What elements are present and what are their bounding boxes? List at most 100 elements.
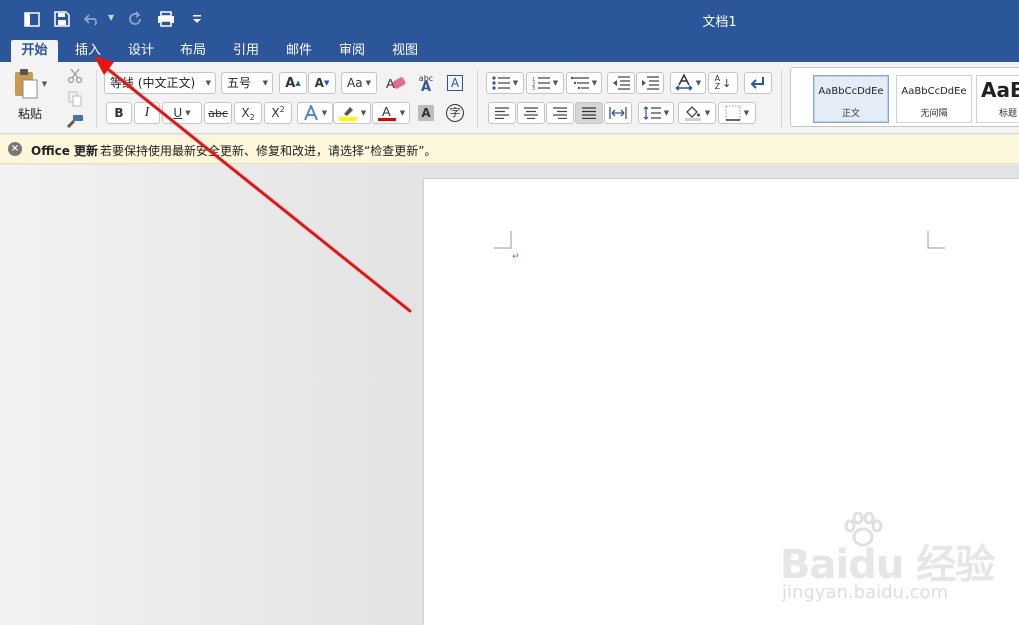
grow-font-icon: A [285, 75, 296, 91]
paste-dropdown-icon[interactable]: ▼ [42, 80, 47, 88]
shrink-font-button[interactable]: A ▼ [308, 72, 336, 94]
multilevel-list-icon [570, 76, 589, 90]
align-center-icon [524, 107, 538, 119]
divider [781, 70, 782, 128]
style-name: 无间隔 [920, 109, 948, 119]
watermark-url: jingyan.baidu.com [782, 582, 949, 603]
enclose-characters-button[interactable]: 字 [443, 102, 467, 124]
style-sample: AaB [981, 78, 1019, 102]
divider [96, 70, 97, 128]
font-name-combo[interactable]: 等线 (中文正文) ▼ [104, 72, 216, 94]
tab-references[interactable]: 引用 [225, 40, 267, 62]
baidu-watermark: Baidu 经验 jingyan.baidu.com [780, 512, 995, 610]
change-case-icon: Aa [347, 76, 363, 90]
notification-message: 若要保持使用最新安全更新、修复和改进，请选择“检查更新”。 [100, 144, 437, 158]
underline-icon: U [173, 106, 183, 120]
borders-button[interactable]: ▼ [718, 102, 756, 124]
margin-corner-marker [927, 231, 945, 249]
text-effects-button[interactable]: ▼ [297, 102, 333, 124]
style-heading[interactable]: AaB 标题 [976, 75, 1019, 123]
tab-insert[interactable]: 插入 [66, 40, 110, 62]
style-sample: AaBbCcDdEe [818, 86, 884, 97]
style-no-spacing[interactable]: AaBbCcDdEe 无间隔 [896, 75, 972, 123]
close-icon[interactable]: × [8, 142, 22, 156]
asian-layout-button[interactable]: ▼ [670, 72, 706, 94]
return-arrow-icon [750, 77, 764, 89]
underline-button[interactable]: U ▼ [162, 102, 202, 124]
svg-text:A: A [382, 104, 391, 119]
phonetic-bottom-label: A [420, 80, 432, 95]
style-name: 正文 [841, 109, 860, 119]
font-size-combo[interactable]: 五号 ▼ [221, 72, 273, 94]
ribbon-home: ▼ 粘贴 等线 (中文正文) ▼ 五号 ▼ A ▲ A ▼ Aa ▼ A abc A … [0, 62, 1019, 134]
ribbon-tabs: 开始 插入 设计 布局 引用 邮件 审阅 视图 [0, 40, 1019, 62]
subscript-2: 2 [249, 112, 255, 122]
font-color-button[interactable]: A ▼ [372, 102, 410, 124]
format-painter-icon[interactable] [64, 111, 86, 131]
highlight-button[interactable]: ▼ [333, 102, 371, 124]
update-notification-bar: × Office 更新 若要保持使用最新安全更新、修复和改进，请选择“检查更新”… [0, 135, 1019, 164]
numbering-button[interactable]: 1 2 3 ▼ [526, 72, 564, 94]
divider [477, 70, 478, 128]
superscript-2: 2 [279, 104, 285, 114]
align-right-button[interactable] [546, 102, 574, 124]
styles-gallery: AaBbCcDdEe 正文 AaBbCcDdEe 无间隔 AaB 标题 [790, 67, 1019, 127]
line-spacing-icon [643, 106, 661, 120]
tab-view[interactable]: 视图 [384, 40, 426, 62]
distributed-button[interactable] [604, 102, 632, 124]
clear-formatting-button[interactable]: A [382, 72, 410, 94]
paste-label: 粘贴 [18, 107, 43, 121]
paragraph-mark: ↵ [512, 252, 520, 262]
bullet-list-icon [492, 76, 510, 90]
tab-mailings[interactable]: 邮件 [278, 40, 320, 62]
show-formatting-marks-button[interactable] [744, 72, 772, 94]
justify-button[interactable] [575, 102, 603, 124]
style-name: 标题 [999, 109, 1018, 119]
copy-icon[interactable] [64, 89, 86, 109]
sort-icon: AZ [714, 74, 721, 91]
strikethrough-button[interactable]: abc [204, 102, 232, 124]
paste-button[interactable]: ▼ [8, 66, 52, 102]
tab-design[interactable]: 设计 [120, 40, 162, 62]
shading-button[interactable]: ▼ [678, 102, 716, 124]
character-shading-icon: A [418, 105, 434, 121]
align-center-button[interactable] [517, 102, 545, 124]
tab-layout[interactable]: 布局 [172, 40, 214, 62]
phonetic-guide-button[interactable]: abc A [413, 72, 439, 94]
document-title: 文档1 [702, 15, 737, 30]
increase-indent-button[interactable] [636, 72, 664, 94]
distributed-icon [609, 107, 627, 119]
style-normal[interactable]: AaBbCcDdEe 正文 [813, 75, 889, 123]
align-left-icon [495, 107, 509, 119]
bold-button[interactable]: B [106, 102, 132, 124]
decrease-indent-icon [613, 76, 630, 90]
font-name-dropdown-icon[interactable]: ▼ [206, 73, 211, 93]
character-border-button[interactable]: A [443, 72, 467, 94]
align-left-button[interactable] [488, 102, 516, 124]
sort-button[interactable]: A Z ↓ [708, 72, 738, 94]
justify-icon [582, 107, 596, 119]
subscript-button[interactable]: X2 [234, 102, 262, 124]
font-size-dropdown-icon[interactable]: ▼ [263, 73, 268, 93]
notification-title: Office 更新 [31, 144, 99, 158]
superscript-button[interactable]: X2 [264, 102, 292, 124]
superscript-x: X [271, 106, 280, 120]
multilevel-list-button[interactable]: ▼ [566, 72, 602, 94]
style-sample: AaBbCcDdEe [901, 86, 967, 97]
character-shading-button[interactable]: A [414, 102, 438, 124]
font-name-value: 等线 (中文正文) [110, 76, 196, 90]
asian-layout-icon [675, 74, 693, 91]
change-case-button[interactable]: Aa ▼ [341, 72, 377, 94]
margin-corner-marker [494, 231, 512, 249]
tab-home[interactable]: 开始 [11, 40, 58, 62]
italic-button[interactable]: I [134, 102, 160, 124]
tab-review[interactable]: 审阅 [331, 40, 373, 62]
highlighter-icon [338, 107, 357, 121]
bullets-button[interactable]: ▼ [486, 72, 524, 94]
cut-icon[interactable] [64, 66, 86, 86]
grow-font-button[interactable]: A ▲ [279, 72, 307, 94]
title-bar: ▼ 文档1 [0, 0, 1019, 40]
line-spacing-button[interactable]: ▼ [638, 102, 674, 124]
decrease-indent-button[interactable] [607, 72, 635, 94]
increase-indent-icon [642, 76, 659, 90]
